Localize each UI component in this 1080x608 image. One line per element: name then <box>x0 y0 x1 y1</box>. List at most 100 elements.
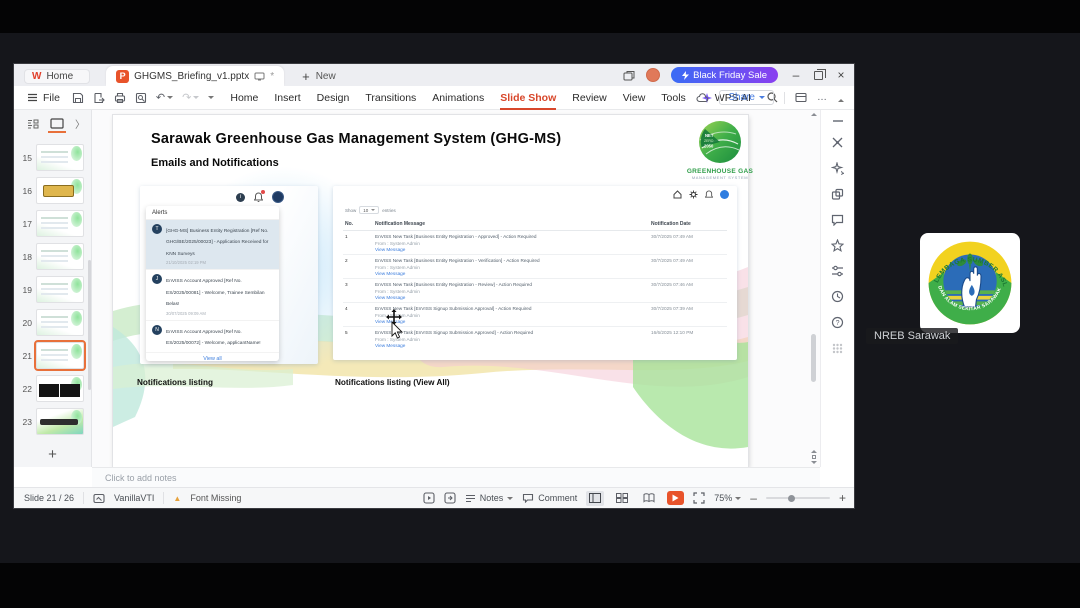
collapse-icon[interactable] <box>832 119 844 123</box>
thumbnail-row[interactable]: 20 <box>14 309 87 336</box>
zoom-out-button[interactable]: – <box>750 491 757 505</box>
thumbnail-row[interactable]: 18 <box>14 243 87 270</box>
thumbnail-row[interactable]: 16 <box>14 177 87 204</box>
shapes-icon[interactable] <box>831 188 844 201</box>
menu-view[interactable]: View <box>623 92 646 104</box>
panel-expand-icon[interactable]: 〉 <box>75 116 85 131</box>
menu-transitions[interactable]: Transitions <box>365 92 416 104</box>
add-slide-button[interactable]: + <box>14 446 91 463</box>
slide-thumbnail[interactable] <box>36 276 84 303</box>
fit-slide-icon[interactable] <box>693 492 705 504</box>
slide-thumbnail[interactable] <box>36 177 84 204</box>
history-icon[interactable] <box>831 290 844 303</box>
slide-thumbnail[interactable] <box>36 309 84 336</box>
thumbnail-row[interactable]: 15 <box>14 144 87 171</box>
slide-thumbnail[interactable] <box>36 408 84 435</box>
view-message-link[interactable]: View Message <box>375 343 645 348</box>
view-message-link[interactable]: View Message <box>375 271 645 276</box>
zoom-slider[interactable] <box>765 494 830 502</box>
present-screen-icon[interactable] <box>254 72 265 81</box>
menu-design[interactable]: Design <box>317 92 350 104</box>
view-message-link[interactable]: View Message <box>375 319 645 324</box>
zoom-in-button[interactable]: + <box>839 491 846 505</box>
table-row[interactable]: 3 EnVISS New Task [Business Entity Regis… <box>343 279 727 303</box>
help-icon[interactable]: ? <box>831 316 844 329</box>
browse-slides-icon[interactable] <box>812 455 816 459</box>
alert-item[interactable]: N EnVISS Account Approved [Ref No. ES/20… <box>146 321 279 352</box>
comment-panel-icon[interactable] <box>831 214 844 226</box>
slide-sorter-view-button[interactable] <box>613 491 631 506</box>
promo-button[interactable]: Black Friday Sale <box>671 67 778 83</box>
apps-grid-icon[interactable] <box>831 342 844 355</box>
menu-slide-show[interactable]: Slide Show <box>500 92 557 110</box>
slide-thumbnail[interactable] <box>36 243 84 270</box>
reading-view-button[interactable] <box>640 491 658 506</box>
star-favorites-icon[interactable] <box>831 239 844 252</box>
thumbnail-row[interactable]: 22 <box>14 375 87 402</box>
new-tab-button[interactable]: + New <box>302 70 336 83</box>
play-from-start-icon[interactable] <box>423 492 435 504</box>
minimize-button[interactable]: – <box>789 69 803 81</box>
print-preview-icon[interactable] <box>135 92 147 104</box>
ribbon-layout-icon[interactable] <box>795 92 807 103</box>
menu-insert[interactable]: Insert <box>274 92 300 104</box>
slide-thumbnail[interactable] <box>36 144 84 171</box>
export-icon[interactable] <box>93 92 105 104</box>
table-row[interactable]: 2 EnVISS New Task [Business Entity Regis… <box>343 255 727 279</box>
table-row[interactable]: 1 EnVISS New Task [Business Entity Regis… <box>343 231 727 255</box>
account-avatar[interactable] <box>646 68 661 82</box>
quickbar-more-icon[interactable] <box>208 96 215 102</box>
view-message-link[interactable]: View Message <box>375 295 645 300</box>
print-icon[interactable] <box>114 92 126 104</box>
notes-toggle[interactable]: Notes <box>465 493 514 503</box>
undo-icon[interactable]: ↶ <box>156 91 165 104</box>
menu-tools[interactable]: Tools <box>661 92 686 104</box>
scroll-up-icon[interactable] <box>811 113 817 116</box>
ai-assistant-icon[interactable] <box>831 162 844 175</box>
file-menu[interactable]: File <box>27 92 60 104</box>
slide-canvas[interactable]: Sarawak Greenhouse Gas Management System… <box>113 115 753 467</box>
zoom-level-control[interactable]: 75% <box>714 493 742 503</box>
thumbnail-row-selected[interactable]: 21 <box>14 340 87 371</box>
settings-sliders-icon[interactable] <box>831 265 844 277</box>
zoom-slider-knob[interactable] <box>787 494 795 502</box>
menu-review[interactable]: Review <box>572 92 606 104</box>
play-from-current-icon[interactable] <box>444 492 456 504</box>
theme-name[interactable]: VanillaVTI <box>114 493 154 503</box>
view-all-link[interactable]: View all <box>146 351 279 361</box>
comment-button[interactable]: Comment <box>522 493 577 503</box>
cloud-icon[interactable] <box>696 92 709 103</box>
document-tab[interactable]: P GHGMS_Briefing_v1.pptx * <box>106 66 285 86</box>
slide-view-icon[interactable] <box>48 118 66 133</box>
home-tab[interactable]: W Home <box>24 69 91 84</box>
alert-item[interactable]: T [GHG-MS] Business Entity Registration … <box>146 220 279 271</box>
slide-thumbnail-selected[interactable] <box>34 340 86 371</box>
thumbnail-row[interactable]: 17 <box>14 210 87 237</box>
redo-caret-icon[interactable] <box>193 96 200 102</box>
previous-slide-icon[interactable] <box>811 450 817 453</box>
thumbnail-row[interactable]: 23 <box>14 408 87 435</box>
more-menu-icon[interactable]: … <box>817 92 828 103</box>
slide-thumbnail[interactable] <box>36 210 84 237</box>
slideshow-play-button[interactable] <box>667 491 685 505</box>
menu-home[interactable]: Home <box>230 92 258 104</box>
collapse-ribbon-icon[interactable] <box>838 96 844 102</box>
notes-input[interactable]: Click to add notes <box>92 467 820 487</box>
thumbnail-row[interactable]: 19 <box>14 276 87 303</box>
participant-video-tile[interactable]: LEMBAGA SUMBER ASLI DAN ALAM SEKITAR SAR… <box>920 233 1020 333</box>
theme-icon[interactable] <box>93 493 105 504</box>
alert-item[interactable]: J EnVISS Account Approved [Ref No. ES/20… <box>146 270 279 321</box>
panel-scrollbar[interactable] <box>88 260 91 390</box>
menu-animations[interactable]: Animations <box>432 92 484 104</box>
canvas-scrollbar[interactable] <box>808 110 820 467</box>
font-missing-label[interactable]: Font Missing <box>190 493 241 503</box>
share-button[interactable]: Share <box>719 90 774 105</box>
normal-view-button[interactable] <box>586 490 605 506</box>
next-slide-icon[interactable] <box>811 461 817 464</box>
restore-button[interactable] <box>814 68 826 80</box>
save-icon[interactable] <box>72 92 84 104</box>
view-message-link[interactable]: View Message <box>375 247 645 252</box>
redo-icon[interactable]: ↷ <box>182 91 191 104</box>
outline-view-icon[interactable] <box>27 119 39 129</box>
slide-thumbnail[interactable] <box>36 375 84 402</box>
